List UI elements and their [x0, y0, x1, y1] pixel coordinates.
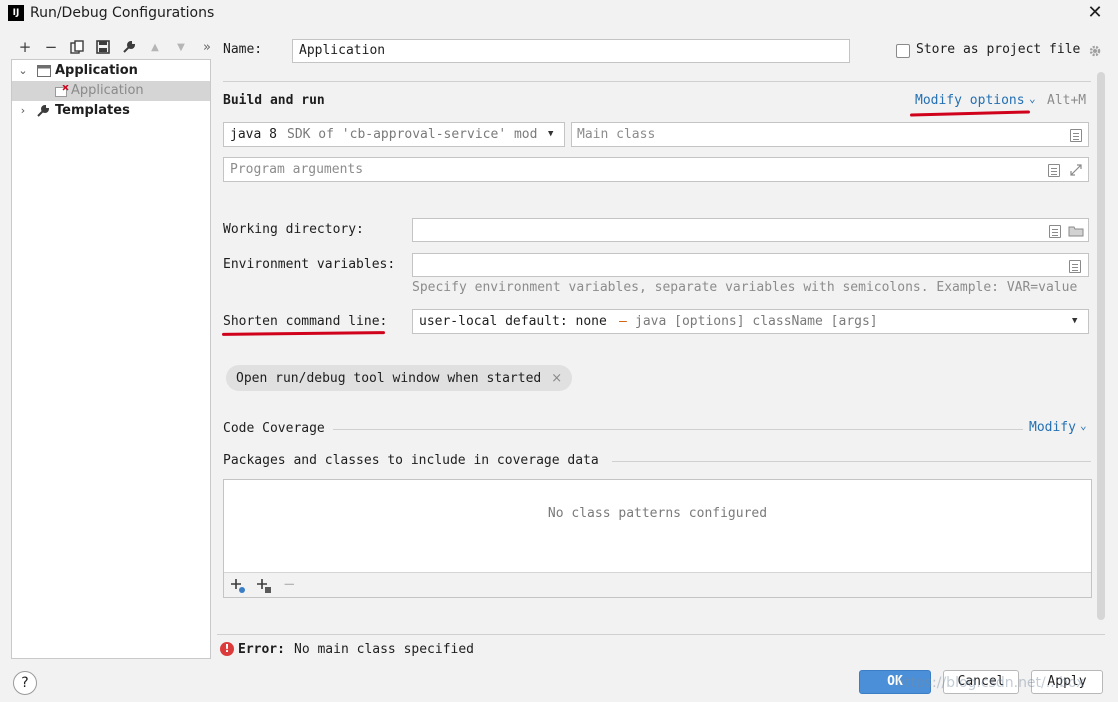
browse-icon[interactable] [1069, 260, 1081, 273]
environment-variables-input[interactable] [412, 253, 1089, 277]
config-tree[interactable]: ⌄ Application Application › Templates [11, 59, 211, 659]
chevron-down-icon[interactable]: ⌄ [1080, 419, 1087, 432]
name-input[interactable]: Application [292, 39, 850, 63]
tree-item-application[interactable]: Application [12, 81, 210, 101]
main-class-placeholder: Main class [577, 127, 656, 142]
watermark-text: https://blog.csdn.net/...box [896, 675, 1085, 691]
separator [223, 81, 1091, 82]
modify-options-link[interactable]: Modify options [915, 93, 1025, 108]
application-icon [37, 65, 51, 77]
more-actions-button[interactable]: » [194, 36, 220, 58]
environment-variables-label: Environment variables: [223, 257, 396, 272]
annotation-underline [221, 331, 386, 336]
intellij-app-icon: IJ [8, 5, 24, 21]
browse-icon[interactable] [1070, 129, 1082, 142]
application-error-icon [55, 85, 69, 97]
browse-icon[interactable] [1049, 225, 1061, 238]
config-toolbar: + − ▲ ▼ » [12, 36, 220, 58]
error-message: No main class specified [294, 642, 475, 657]
jdk-version: java 8 [230, 127, 277, 142]
browse-icon[interactable] [1048, 164, 1060, 177]
title-bar: IJ Run/Debug Configurations ✕ [0, 0, 1118, 28]
error-label: Error: [238, 642, 285, 657]
copy-icon [70, 40, 84, 54]
remove-pattern-button[interactable]: − [283, 575, 296, 593]
annotation-underline [909, 110, 1031, 117]
chevron-down-icon[interactable]: ⌄ [1029, 92, 1036, 105]
move-down-button[interactable]: ▼ [168, 36, 194, 58]
name-label: Name: [223, 42, 263, 57]
wrench-icon [37, 105, 50, 117]
shorten-value-dash: – [619, 314, 627, 329]
empty-list-text: No class patterns configured [547, 506, 768, 521]
scrollbar-thumb[interactable] [1097, 72, 1105, 620]
shorten-command-line-label: Shorten command line: [223, 314, 388, 329]
move-up-button[interactable]: ▲ [142, 36, 168, 58]
separator [333, 429, 1023, 430]
shorten-value-description: java [options] className [args] [635, 314, 878, 329]
chevron-right-icon[interactable]: › [17, 101, 29, 121]
separator [612, 461, 1091, 462]
name-input-value: Application [299, 43, 386, 58]
close-icon[interactable]: × [551, 371, 562, 386]
save-config-button[interactable] [90, 36, 116, 58]
packages-heading: Packages and classes to include in cover… [223, 453, 599, 468]
tree-item-application-group[interactable]: ⌄ Application [12, 61, 210, 81]
dropdown-arrow-icon: ▼ [1072, 316, 1078, 326]
shorten-command-line-select[interactable]: user-local default: none – java [options… [412, 309, 1089, 334]
coverage-modify-link[interactable]: Modify [1029, 420, 1076, 435]
open-tool-window-chip[interactable]: Open run/debug tool window when started … [226, 365, 573, 391]
jdk-select[interactable]: java 8 SDK of 'cb-approval-service' mod … [223, 122, 565, 147]
copy-config-button[interactable] [64, 36, 90, 58]
tree-item-label: Application [71, 83, 144, 98]
jdk-description: SDK of 'cb-approval-service' mod [287, 127, 538, 142]
folder-icon[interactable] [1068, 225, 1084, 237]
error-icon: ! [220, 642, 234, 656]
list-toolbar: − [224, 572, 1091, 597]
chevron-down-icon[interactable]: ⌄ [17, 61, 29, 81]
working-directory-input[interactable] [412, 218, 1089, 242]
window-title: Run/Debug Configurations [30, 5, 215, 21]
wrench-icon [123, 40, 136, 53]
code-coverage-heading: Code Coverage [223, 421, 325, 436]
add-package-icon[interactable] [256, 578, 272, 594]
dropdown-arrow-icon: ▼ [548, 129, 554, 139]
build-and-run-heading: Build and run [223, 93, 325, 108]
program-arguments-input[interactable]: Program arguments [223, 157, 1089, 182]
shorten-value-main: user-local default: none [419, 314, 607, 329]
expand-icon[interactable] [1070, 164, 1082, 176]
save-icon [96, 40, 110, 54]
gear-icon[interactable] [1088, 44, 1102, 58]
program-arguments-placeholder: Program arguments [230, 162, 364, 177]
modify-options-shortcut: Alt+M [1047, 93, 1087, 108]
remove-config-button[interactable]: − [38, 36, 64, 58]
tree-item-templates[interactable]: › Templates [12, 101, 210, 121]
add-class-icon[interactable] [230, 578, 246, 594]
store-as-project-file-checkbox[interactable] [896, 44, 910, 58]
environment-variables-hint: Specify environment variables, separate … [412, 280, 1078, 295]
working-directory-label: Working directory: [223, 222, 364, 237]
close-icon[interactable]: ✕ [1086, 3, 1104, 23]
tree-item-label: Application [55, 63, 138, 78]
add-config-button[interactable]: + [12, 36, 38, 58]
chip-label: Open run/debug tool window when started [236, 370, 542, 386]
edit-templates-button[interactable] [116, 36, 142, 58]
main-class-input[interactable]: Main class [571, 122, 1089, 147]
tree-item-label: Templates [55, 103, 130, 118]
help-button[interactable]: ? [13, 671, 37, 695]
coverage-patterns-list[interactable]: No class patterns configured − [223, 479, 1092, 598]
separator [217, 634, 1105, 635]
store-as-project-file-label: Store as project file [916, 42, 1081, 57]
